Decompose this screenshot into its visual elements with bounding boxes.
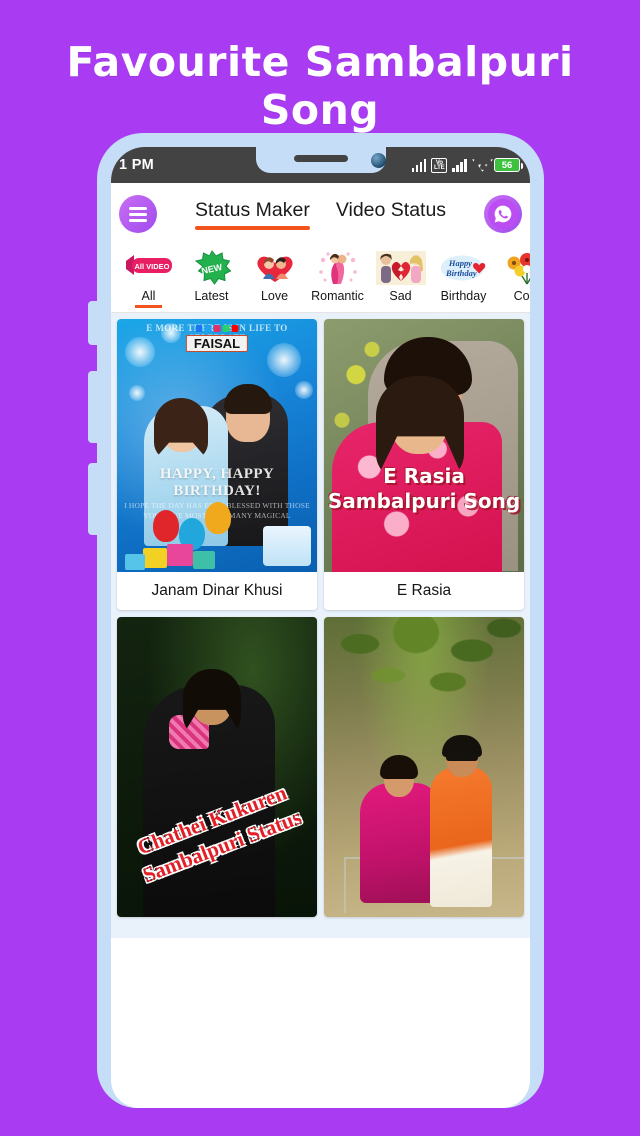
gift-box-decoration — [193, 551, 215, 569]
status-bar-icons: Vo LTE 56 — [411, 157, 523, 173]
signal-bars-icon-secondary — [452, 158, 467, 172]
status-thumbnail — [324, 617, 524, 917]
menu-button[interactable] — [119, 195, 157, 233]
flower-bouquet-icon — [502, 249, 530, 287]
category-label-romantic: Romantic — [311, 289, 364, 303]
status-thumbnail: E Rasia Sambalpuri Song — [324, 319, 524, 572]
status-card[interactable]: Chathei Kukuren Sambalpuri Status — [117, 617, 317, 917]
phone-mockup: 1 PM Vo LTE 56 Status Maker Video Status… — [88, 133, 544, 1108]
category-item-cool[interactable]: Cool — [495, 249, 530, 312]
category-label-cool: Cool — [513, 289, 530, 303]
thumbnail-brand-label: FAISAL — [185, 335, 249, 352]
hamburger-menu-icon — [129, 206, 147, 222]
svg-text:Birthday: Birthday — [445, 268, 477, 278]
status-card[interactable]: E MORE THERE IS IN LIFE TO CELEBRATE FAI… — [117, 319, 317, 610]
signal-bars-icon — [411, 158, 427, 172]
status-thumbnail: E MORE THERE IS IN LIFE TO CELEBRATE FAI… — [117, 319, 317, 572]
whatsapp-icon — [488, 199, 518, 229]
snowflake-decoration — [295, 381, 313, 399]
balloon-decoration — [205, 502, 231, 534]
category-label-sad: Sad — [389, 289, 412, 303]
earpiece-speaker — [293, 155, 348, 162]
phone-side-button-mute — [88, 301, 98, 345]
thumbnail-overlay-text: E Rasia Sambalpuri Song — [324, 464, 524, 514]
thumbnail-subhead: Sambalpuri Song — [327, 489, 521, 513]
man-hair — [224, 384, 272, 414]
all-video-ribbon-icon: All VIDEO — [124, 249, 174, 287]
status-thumbnail: Chathei Kukuren Sambalpuri Status — [117, 617, 317, 917]
status-card-title: Janam Dinar Khusi — [117, 572, 317, 610]
svg-text:All VIDEO: All VIDEO — [134, 262, 169, 271]
volte-bottom-label: LTE — [433, 164, 445, 171]
wifi-icon — [472, 159, 489, 172]
app-header: Status Maker Video Status — [111, 183, 530, 245]
status-grid: E MORE THERE IS IN LIFE TO CELEBRATE FAI… — [111, 313, 530, 938]
phone-side-button-volume-up — [88, 371, 98, 443]
category-item-latest[interactable]: NEW Latest — [180, 249, 243, 312]
sunglasses-icon — [446, 754, 478, 761]
status-card[interactable]: E Rasia Sambalpuri Song E Rasia — [324, 319, 524, 610]
cake-decoration — [263, 526, 311, 566]
tab-status-maker[interactable]: Status Maker — [194, 199, 310, 230]
romantic-couple-icon — [313, 249, 363, 287]
category-item-all[interactable]: All VIDEO All — [117, 249, 180, 312]
woman-figure — [360, 783, 438, 903]
battery-icon: 56 — [494, 158, 523, 172]
category-label-birthday: Birthday — [440, 289, 487, 303]
category-item-birthday[interactable]: Happy Birthday Birthday — [432, 249, 495, 312]
category-item-love[interactable]: Love — [243, 249, 306, 312]
thumbnail-headline: HAPPY, HAPPY BIRTHDAY! — [159, 466, 275, 499]
svg-text:Happy: Happy — [447, 258, 471, 268]
phone-side-button-volume-down — [88, 463, 98, 535]
gift-box-decoration — [143, 548, 167, 568]
thumbnail-headline: E Rasia — [383, 464, 465, 488]
category-label-love: Love — [260, 289, 289, 303]
volte-icon: Vo LTE — [431, 157, 448, 173]
status-card[interactable] — [324, 617, 524, 917]
main-tabs: Status Maker Video Status — [194, 199, 446, 230]
tab-video-status[interactable]: Video Status — [336, 199, 446, 230]
whatsapp-share-button[interactable] — [484, 195, 522, 233]
man-figure — [430, 767, 492, 907]
phone-screen: 1 PM Vo LTE 56 Status Maker Video Status… — [111, 147, 530, 1108]
tree-leaves-decoration — [324, 617, 524, 729]
front-camera-icon — [370, 153, 386, 168]
broken-heart-icon — [375, 249, 426, 287]
category-label-all: All — [134, 289, 163, 308]
love-couple-heart-icon — [250, 249, 300, 287]
social-badges-decoration — [195, 325, 239, 332]
category-item-sad[interactable]: Sad — [369, 249, 432, 312]
new-starburst-icon: NEW — [187, 249, 237, 287]
status-card-title: E Rasia — [324, 572, 524, 610]
balloon-decoration — [153, 510, 179, 542]
status-bar-clock: 1 PM — [119, 157, 155, 173]
battery-percent-label: 56 — [501, 159, 513, 171]
status-bar: 1 PM Vo LTE 56 — [111, 147, 530, 183]
gift-box-decoration — [125, 554, 145, 570]
woman-hair — [380, 755, 418, 779]
category-strip[interactable]: All VIDEO All NEW Latest Love Romantic S… — [111, 245, 530, 312]
category-item-romantic[interactable]: Romantic — [306, 249, 369, 312]
happy-birthday-icon: Happy Birthday — [439, 249, 489, 287]
gift-box-decoration — [167, 544, 193, 566]
category-label-latest: Latest — [194, 289, 229, 303]
page-title: Favourite Sambalpuri Song — [66, 38, 574, 134]
